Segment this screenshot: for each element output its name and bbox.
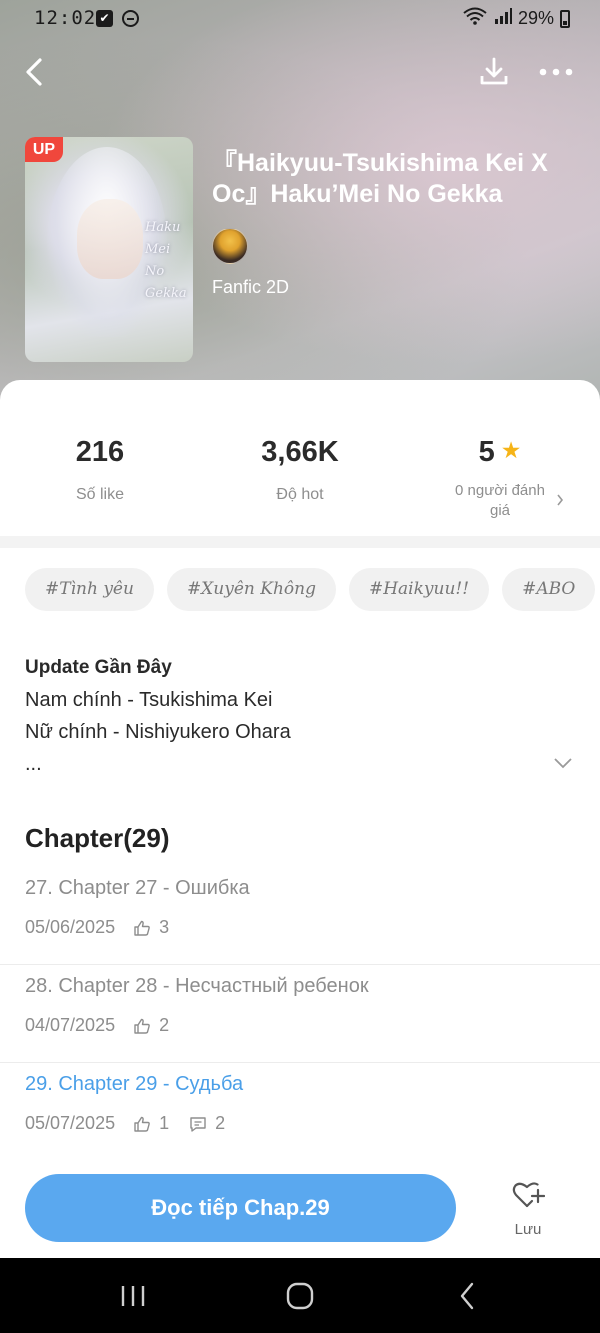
system-navigation-bar (0, 1258, 600, 1333)
download-icon (480, 57, 508, 85)
description-title: Update Gần Đây (25, 657, 172, 678)
thumbs-up-icon (134, 1116, 150, 1132)
chapter-title: 29. Chapter 29 - Судьба (25, 1073, 244, 1095)
hot-label: Độ hot (276, 486, 324, 503)
more-options-button[interactable] (536, 52, 576, 92)
hot-stat: 3,66K Độ hot (200, 436, 400, 505)
chapter-likes: 1 (159, 1113, 170, 1133)
home-icon (286, 1282, 314, 1310)
chevron-left-icon (26, 58, 42, 86)
chapter-title: 27. Chapter 27 - Ошибка (25, 877, 250, 899)
description-line: ... (25, 753, 42, 775)
expand-description-button[interactable] (552, 752, 574, 774)
back-button[interactable] (14, 52, 54, 92)
hot-count: 3,66K (261, 436, 339, 468)
likes-count: 216 (75, 436, 125, 468)
battery-level: 29% (517, 8, 554, 28)
chapter-row[interactable]: 27. Chapter 27 - Ошибка 05/06/2025 3 (0, 867, 600, 965)
tag-time-travel[interactable]: #Xuyên Không (166, 568, 336, 611)
system-back-button[interactable] (448, 1280, 488, 1312)
description-line: Nữ chính - Nishiyukero Ohara (25, 721, 291, 743)
stats-row: 216 Số like 3,66K Độ hot 5 ★ 0 người đánh… (0, 380, 600, 536)
back-arrow-icon (460, 1282, 474, 1310)
chevron-down-icon (554, 758, 572, 769)
tag-list: #Tình yêu #Xuyên Không #Haikyuu!! #ABO (25, 568, 596, 611)
section-divider (0, 536, 600, 548)
thumbs-up-icon (134, 920, 150, 936)
chapter-likes: 2 (159, 1015, 170, 1035)
update-badge: UP (25, 137, 63, 162)
download-button[interactable] (474, 52, 514, 92)
thumbs-up-icon (134, 1018, 150, 1034)
continue-reading-button[interactable]: Đọc tiếp Chap.29 (25, 1174, 456, 1242)
heart-plus-icon (512, 1182, 546, 1208)
chapter-comments: 2 (215, 1113, 226, 1133)
save-label: Lưu (514, 1221, 542, 1238)
likes-stat: 216 Số like (0, 436, 200, 505)
recent-apps-button[interactable] (113, 1280, 153, 1312)
description: Update Gần Đây Nam chính - Tsukishima Ke… (25, 652, 565, 780)
author-avatar[interactable] (212, 228, 248, 264)
comment-icon (190, 1116, 206, 1132)
chapter-likes: 3 (159, 917, 170, 937)
chapter-title: 28. Chapter 28 - Несчастный ребенок (25, 975, 369, 997)
book-cover-image: Haku Mei No Gekka (25, 137, 193, 362)
home-button[interactable] (280, 1280, 320, 1312)
more-dots-icon (539, 68, 573, 76)
book-title: 『Haikyuu-Tsukishima Kei X Oc』Haku’Mei No… (212, 149, 548, 208)
chapter-date: 04/07/2025 (25, 1015, 116, 1035)
rating-stat[interactable]: 5 ★ 0 người đánh giá (400, 436, 600, 521)
chapter-date: 05/07/2025 (25, 1113, 116, 1133)
tag-abo[interactable]: #ABO (502, 568, 596, 611)
chapter-date: 05/06/2025 (25, 917, 116, 937)
save-button[interactable]: Lưu (500, 1180, 556, 1242)
tag-romance[interactable]: #Tình yêu (25, 568, 154, 611)
chapters-heading: Chapter(29) (25, 823, 170, 853)
likes-label: Số like (75, 486, 125, 503)
rating-label: 0 người đánh giá (455, 482, 545, 519)
rating-value: 5 (478, 436, 495, 468)
battery-icon (560, 9, 570, 28)
cover-title-art: Haku Mei No Gekka (145, 220, 187, 301)
wifi-icon (462, 7, 488, 30)
chapter-row-current[interactable]: 29. Chapter 29 - Судьба 05/07/2025 1 2 (0, 1063, 600, 1161)
do-not-disturb-icon (122, 10, 139, 27)
chapter-row[interactable]: 28. Chapter 28 - Несчастный ребенок 04/0… (0, 965, 600, 1063)
checkbox-notification-icon: ✔ (96, 10, 113, 27)
status-bar: 12:02 ✔ 29% (0, 0, 600, 38)
signal-icon (494, 8, 512, 29)
chevron-right-icon (556, 493, 564, 511)
recent-apps-icon (121, 1286, 145, 1306)
bottom-action-bar: Đọc tiếp Chap.29 Lưu (0, 1160, 600, 1257)
genre-label: Fanfic 2D (212, 277, 290, 297)
status-time: 12:02 (34, 7, 97, 29)
description-line: Nam chính - Tsukishima Kei (25, 689, 273, 711)
tag-haikyuu[interactable]: #Haikyuu!! (348, 568, 490, 611)
star-icon: ★ (500, 437, 522, 463)
